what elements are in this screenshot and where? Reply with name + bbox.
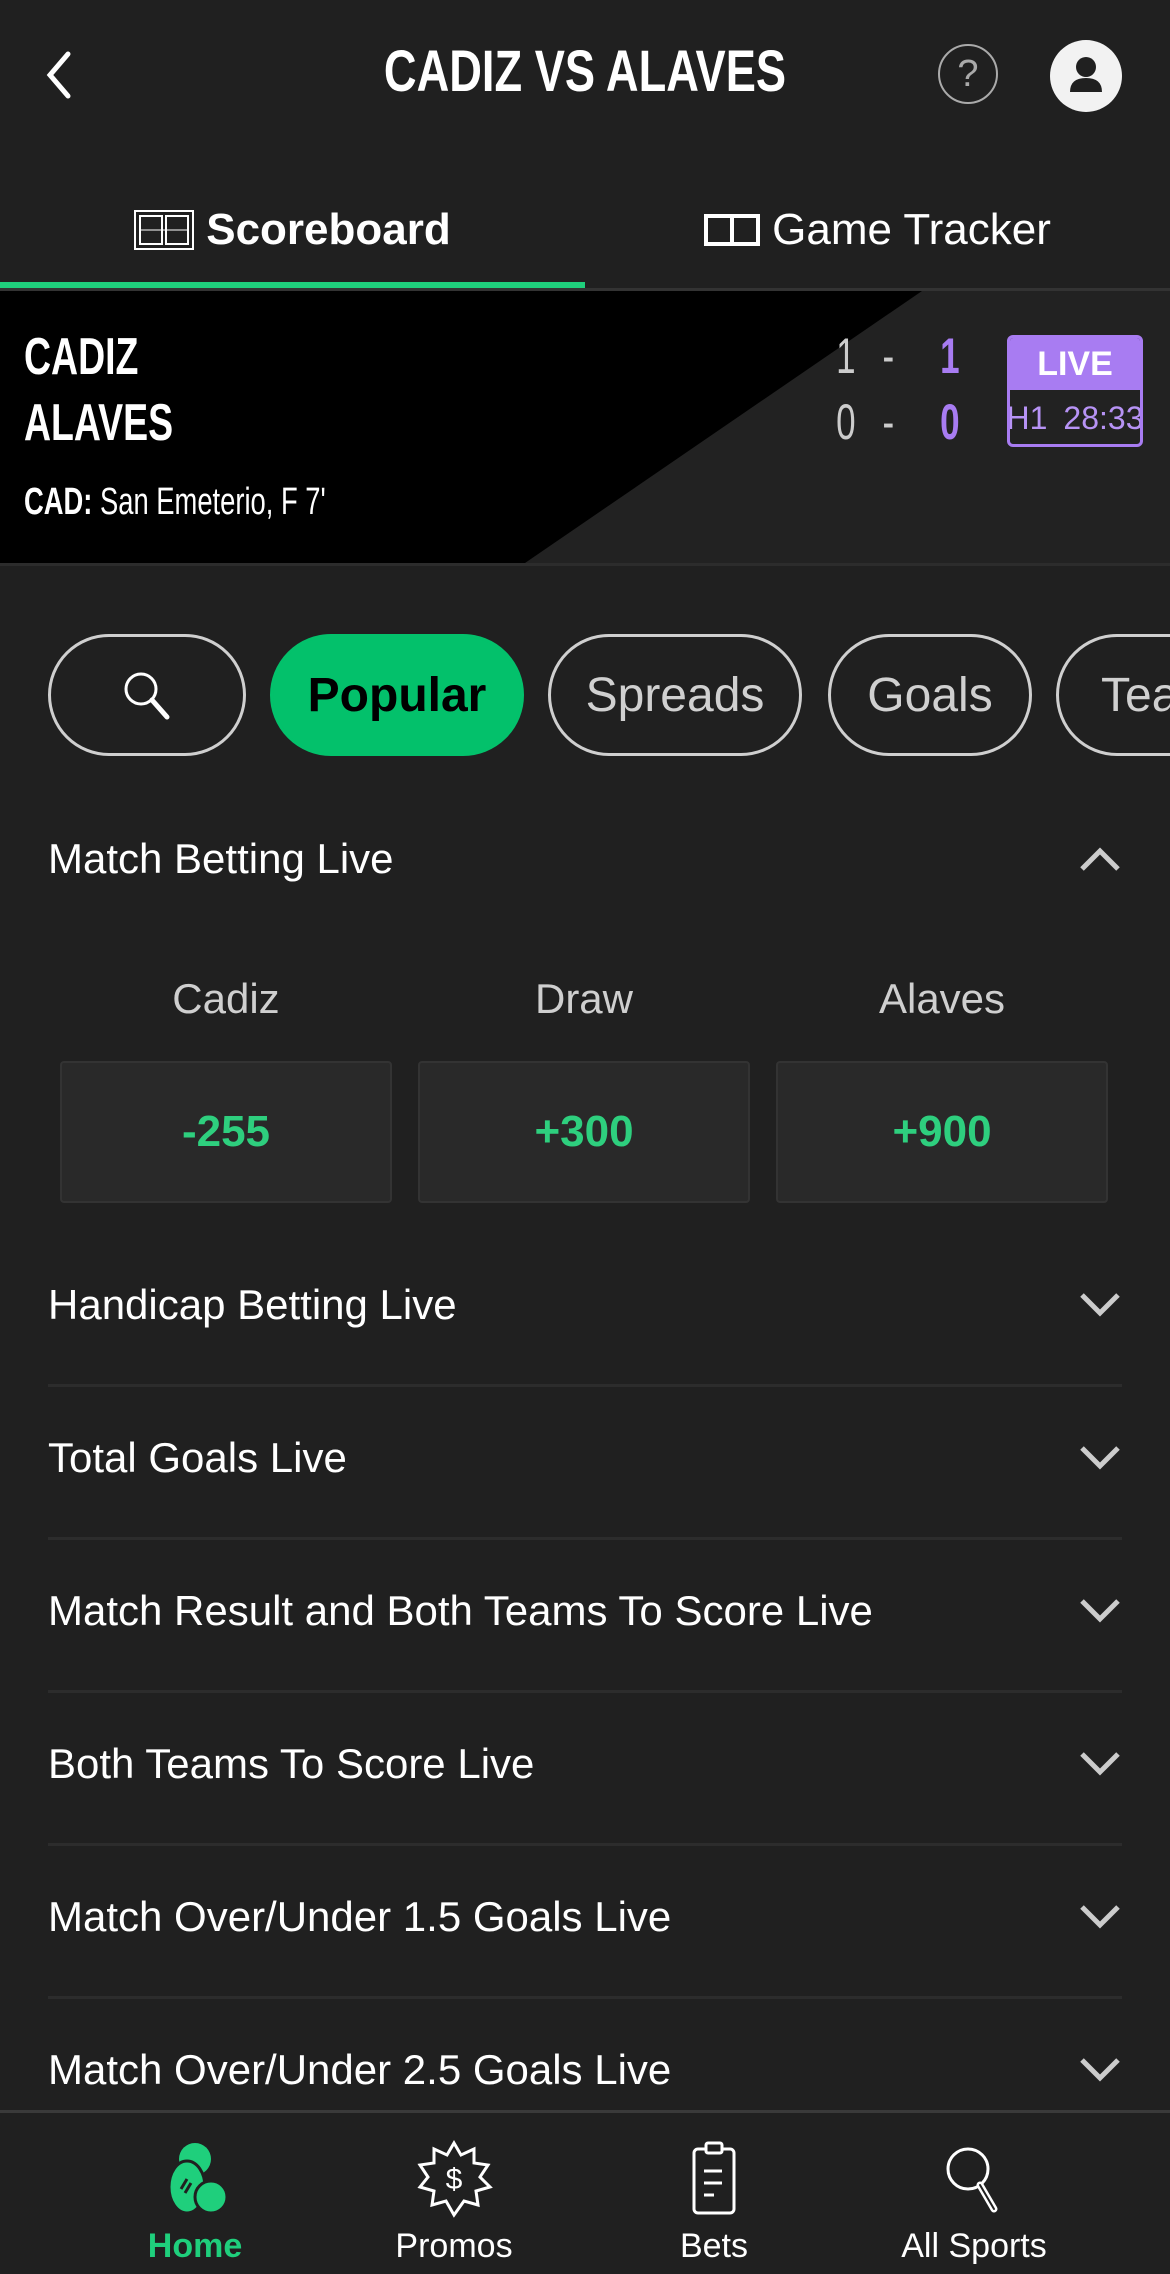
view-tabs: Scoreboard Game Tracker <box>0 170 1170 290</box>
market-header[interactable]: Match Result and Both Teams To Score Liv… <box>48 1582 1122 1640</box>
scorer-text: San Emeterio, F 7' <box>99 481 326 523</box>
away-team-name: ALAVES <box>24 394 174 452</box>
score-dash: - <box>882 394 895 450</box>
scoreboard-panel: CADIZ ALAVES CAD: San Emeterio, F 7' 1 -… <box>0 291 1170 566</box>
market-divider <box>48 1690 1122 1693</box>
promos-dollar-badge-icon: $ <box>417 2140 493 2218</box>
goal-scorer: CAD: San Emeterio, F 7' <box>24 481 326 524</box>
column-label-home: Cadiz <box>172 975 280 1022</box>
market-divider <box>48 1537 1122 1540</box>
home-first-half-score: 1 <box>836 328 856 384</box>
market-divider <box>48 1384 1122 1387</box>
tab-label: Game Tracker <box>772 205 1051 254</box>
chevron-down-icon[interactable] <box>1078 2056 1122 2084</box>
chevron-up-icon[interactable] <box>1078 845 1122 873</box>
away-first-half-score: 0 <box>836 394 856 450</box>
home-sports-icon <box>167 2143 229 2215</box>
live-label: LIVE <box>1010 338 1140 390</box>
nav-promos[interactable]: $ Promos <box>324 2113 584 2274</box>
nav-label: Promos <box>395 2227 513 2265</box>
market-title: Match Over/Under 1.5 Goals Live <box>48 1893 672 1940</box>
tab-scoreboard[interactable]: Scoreboard <box>0 170 585 290</box>
column-label-away: Alaves <box>878 975 1006 1022</box>
odds-button-away[interactable]: +900 <box>776 1061 1108 1203</box>
market-title: Both Teams To Score Live <box>48 1740 535 1787</box>
market-header-match-betting[interactable]: Match Betting Live <box>48 830 1122 888</box>
nav-bets[interactable]: Bets <box>584 2113 844 2274</box>
home-total-score: 1 <box>940 328 960 384</box>
game-tracker-icon <box>704 214 761 246</box>
column-label-draw: Draw <box>534 975 633 1022</box>
page-title: CADIZ VS ALAVES <box>383 39 787 104</box>
nav-all-sports[interactable]: All Sports <box>844 2113 1104 2274</box>
filter-team[interactable]: Team <box>1056 634 1170 756</box>
market-title: Match Result and Both Teams To Score Liv… <box>48 1587 873 1634</box>
chevron-down-icon[interactable] <box>1078 1444 1122 1472</box>
live-status-badge: LIVE H1 28:33 <box>1007 335 1143 447</box>
chevron-down-icon[interactable] <box>1078 1903 1122 1931</box>
market-header[interactable]: Match Over/Under 1.5 Goals Live <box>48 1888 1122 1946</box>
search-icon <box>946 2147 998 2213</box>
match-period: H1 <box>1007 400 1048 436</box>
filter-popular[interactable]: Popular <box>270 634 524 756</box>
market-header[interactable]: Total Goals Live <box>48 1429 1122 1487</box>
market-title: Match Betting Live <box>48 835 394 882</box>
market-title: Match Over/Under 2.5 Goals Live <box>48 2046 672 2093</box>
svg-text:$: $ <box>446 2163 463 2196</box>
scorer-team-code: CAD: <box>24 481 93 523</box>
chevron-left-icon[interactable] <box>40 40 80 110</box>
user-account-icon[interactable] <box>1050 40 1122 112</box>
chevron-down-icon[interactable] <box>1078 1291 1122 1319</box>
market-divider <box>48 1843 1122 1846</box>
top-header: CADIZ VS ALAVES ? <box>0 0 1170 150</box>
filter-goals[interactable]: Goals <box>828 634 1032 756</box>
home-team-name: CADIZ <box>24 328 139 386</box>
match-clock: 28:33 <box>1063 400 1143 436</box>
market-title: Handicap Betting Live <box>48 1281 457 1328</box>
nav-label: Home <box>147 2227 243 2265</box>
nav-label: Bets <box>679 2227 749 2265</box>
market-header[interactable]: Handicap Betting Live <box>48 1276 1122 1334</box>
tab-game-tracker[interactable]: Game Tracker <box>585 170 1170 290</box>
bottom-navigation: Home $ Promos Bets All Sports <box>0 2110 1170 2274</box>
nav-label: All Sports <box>901 2227 1047 2265</box>
market-filter-bar: Popular Spreads Goals Team <box>0 634 1170 760</box>
market-divider <box>48 1996 1122 1999</box>
score-dash: - <box>882 328 895 384</box>
chevron-down-icon[interactable] <box>1078 1750 1122 1778</box>
bets-clipboard-icon <box>692 2141 736 2215</box>
scoreboard-icon <box>134 210 195 250</box>
market-header[interactable]: Both Teams To Score Live <box>48 1735 1122 1793</box>
filter-search-button[interactable] <box>48 634 246 756</box>
market-header[interactable]: Match Over/Under 2.5 Goals Live <box>48 2041 1122 2099</box>
odds-button-draw[interactable]: +300 <box>418 1061 750 1203</box>
chevron-down-icon[interactable] <box>1078 1597 1122 1625</box>
tab-label: Scoreboard <box>206 205 451 254</box>
filter-spreads[interactable]: Spreads <box>548 634 802 756</box>
market-title: Total Goals Live <box>48 1434 347 1481</box>
odds-button-home[interactable]: -255 <box>60 1061 392 1203</box>
search-icon <box>124 672 170 720</box>
nav-home[interactable]: Home <box>65 2113 325 2274</box>
question-mark-icon[interactable]: ? <box>938 44 998 104</box>
away-total-score: 0 <box>940 394 960 450</box>
